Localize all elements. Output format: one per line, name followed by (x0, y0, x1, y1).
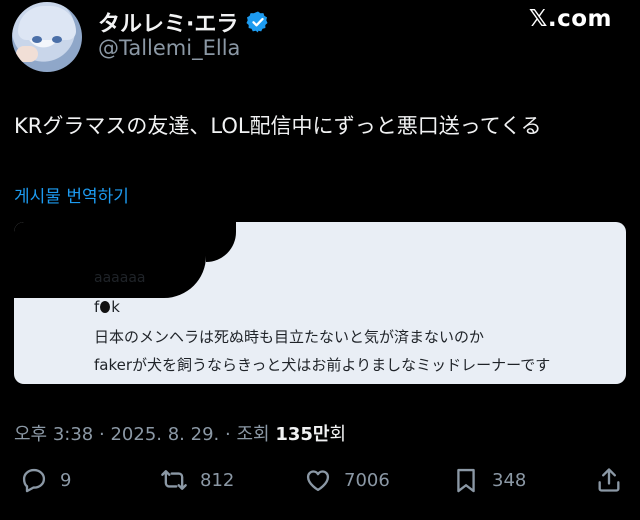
author-display-name[interactable]: タルレミ·エラ (98, 6, 238, 38)
bookmark-button[interactable]: 348 (452, 466, 526, 494)
verified-badge-icon (246, 11, 268, 33)
avatar[interactable] (12, 2, 82, 72)
redaction-blot (100, 301, 111, 313)
bookmark-count: 348 (492, 469, 527, 491)
chat-line: 日本のメンヘラは死ぬ時も目立たないと気が済まないのか (94, 328, 485, 346)
post-time[interactable]: 오후 3:38 (14, 424, 93, 445)
like-button[interactable]: 7006 (304, 466, 390, 494)
chat-line: fakerが犬を飼うならきっと犬はお前よりましなミッドレーナーです (94, 356, 551, 374)
x-logo: 𝕏.com (528, 6, 612, 32)
chat-line: aaaaaa (94, 270, 146, 286)
views-label: 조회 (236, 424, 270, 445)
avatar-hair (18, 6, 76, 40)
bookmark-icon (457, 468, 475, 493)
repost-count: 812 (200, 469, 235, 491)
author-handle[interactable]: @Tallemi_Ella (98, 36, 240, 60)
chat-line: fk (94, 298, 120, 316)
post-date[interactable]: 2025. 8. 29. (110, 424, 219, 445)
author-name-row: タルレミ·エラ (98, 6, 270, 38)
translate-post-link[interactable]: 게시물 번역하기 (14, 182, 129, 207)
meta-separator: · (99, 424, 105, 445)
redaction-block (14, 222, 206, 298)
tweet-text: KRグラマスの友達、LOL配信中にずっと悪口送ってくる (14, 114, 542, 138)
repost-button[interactable]: 812 (160, 466, 234, 494)
reply-icon (22, 468, 46, 493)
chat-line-start: f (94, 298, 100, 316)
heart-icon (306, 470, 330, 492)
avatar-eye-left (32, 36, 42, 43)
tweet-header: タルレミ·エラ @Tallemi_Ella 𝕏.com (0, 0, 640, 80)
attached-image[interactable]: aaaaaa fk 日本のメンヘラは死ぬ時も目立たないと気が済まないのか fak… (14, 222, 626, 384)
reply-count: 9 (60, 469, 72, 491)
views-unit: 회 (329, 424, 347, 445)
repost-icon (161, 470, 187, 490)
share-button[interactable] (595, 466, 623, 494)
views-count: 135만 (275, 424, 330, 445)
redaction-block (206, 222, 236, 262)
share-icon (598, 468, 620, 492)
reply-button[interactable]: 9 (20, 466, 71, 494)
avatar-eye-right (52, 36, 62, 43)
action-bar: 9 812 7006 348 (0, 466, 640, 502)
chat-line-end: k (111, 298, 120, 316)
avatar-hand (16, 46, 38, 62)
like-count: 7006 (344, 469, 390, 491)
tweet-meta: 오후 3:38 · 2025. 8. 29. · 조회 135만회 (14, 420, 346, 446)
meta-separator: · (224, 424, 231, 445)
